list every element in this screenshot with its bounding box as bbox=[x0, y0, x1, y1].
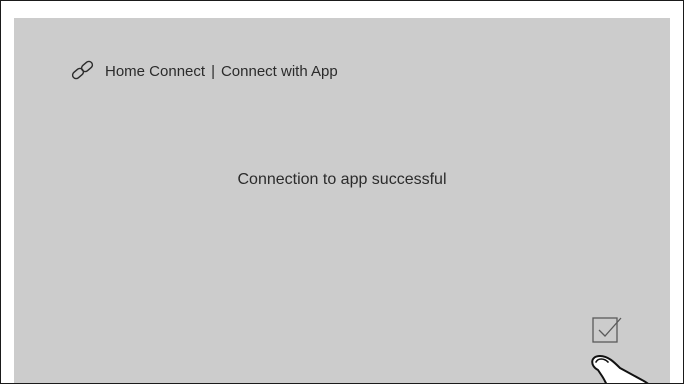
header-separator: | bbox=[211, 62, 215, 80]
screen-header: Home Connect | Connect with App bbox=[69, 59, 338, 83]
status-message: Connection to app successful bbox=[237, 171, 447, 188]
confirm-button[interactable] bbox=[590, 314, 624, 348]
link-icon bbox=[69, 59, 97, 83]
checkbox-check-icon bbox=[592, 317, 622, 343]
display-screen: Home Connect | Connect with App Connecti… bbox=[14, 18, 670, 383]
header-subtitle: Connect with App bbox=[220, 62, 338, 80]
header-title: Home Connect bbox=[105, 62, 206, 80]
device-frame: Home Connect | Connect with App Connecti… bbox=[0, 0, 684, 384]
